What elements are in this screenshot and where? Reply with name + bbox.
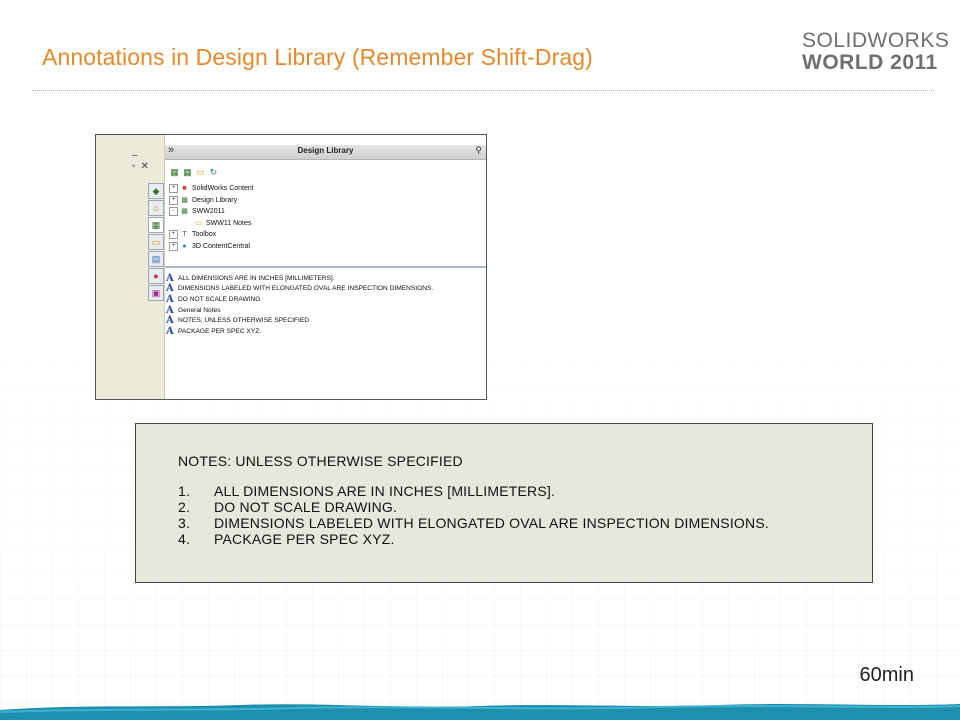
annotation-item[interactable]: A NOTES; UNLESS OTHERWISE SPECIFIED: [166, 315, 433, 326]
annotation-item[interactable]: A DIMENSIONS LABELED WITH ELONGATED OVAL …: [166, 283, 434, 295]
expand-toggle-icon[interactable]: +: [169, 230, 178, 240]
drawing-notes-box: NOTES: UNLESS OTHERWISE SPECIFIED 1. ALL …: [135, 423, 873, 583]
design-library-tab-icon[interactable]: ▦: [148, 217, 164, 233]
restore-icon[interactable]: ▫: [132, 161, 141, 172]
note-number: 2.: [178, 499, 191, 515]
refresh-icon[interactable]: ↻: [208, 167, 219, 178]
tree-item-label: 3D ContentCentral: [192, 242, 250, 250]
task-pane-tabs: –▫✕ ◆ ⌂ ▦ ▭ ▤ ● ▣: [96, 135, 165, 399]
annotation-list: A ALL DIMENSIONS ARE IN INCHES [MILLIMETE…: [166, 273, 433, 337]
tree-item[interactable]: + ■ SolidWorks Content: [169, 183, 254, 195]
home-tab-icon[interactable]: ⌂: [148, 200, 164, 216]
custom-properties-tab-icon[interactable]: ▣: [148, 285, 164, 301]
notes-items: 1. ALL DIMENSIONS ARE IN INCHES [MILLIMET…: [178, 483, 769, 547]
annotation-label: General Notes: [178, 306, 221, 314]
note-item: 2. DO NOT SCALE DRAWING.: [178, 499, 769, 515]
expand-toggle-icon[interactable]: +: [169, 241, 178, 251]
design-library-toolbar: ▦ ▦ ▭ ↻: [169, 162, 221, 177]
design-library-panel: » Design Library ⚲ ▦ ▦ ▭ ↻ + ■ SolidWorks Con…: [165, 135, 486, 399]
design-library-header: » Design Library ⚲: [165, 144, 486, 160]
resources-tab-icon[interactable]: ◆: [148, 183, 164, 199]
folder-icon: ▭: [195, 219, 202, 227]
note-item: 3. DIMENSIONS LABELED WITH ELONGATED OVAL…: [178, 515, 769, 531]
design-library-title: Design Library: [297, 146, 354, 155]
annotation-note-icon: A: [166, 293, 174, 305]
library-icon: ▦: [181, 196, 188, 204]
notes-heading: NOTES: UNLESS OTHERWISE SPECIFIED: [178, 453, 463, 469]
tree-item[interactable]: - ▦ SWW2011: [169, 206, 254, 218]
annotation-item[interactable]: A ALL DIMENSIONS ARE IN INCHES [MILLIMETE…: [166, 273, 433, 284]
pin-icon[interactable]: ⚲: [475, 145, 482, 156]
pane-splitter[interactable]: [165, 266, 486, 268]
back-icon[interactable]: ▦: [169, 167, 180, 178]
task-pane-tab-strip: ◆ ⌂ ▦ ▭ ▤ ● ▣: [148, 183, 164, 302]
annotation-label: ALL DIMENSIONS ARE IN INCHES [MILLIMETER…: [178, 274, 335, 282]
note-number: 3.: [178, 515, 191, 531]
note-text: DO NOT SCALE DRAWING.: [214, 499, 398, 515]
annotation-note-icon: A: [166, 325, 174, 337]
file-explorer-tab-icon[interactable]: ▭: [148, 234, 164, 250]
note-item: 1. ALL DIMENSIONS ARE IN INCHES [MILLIMET…: [178, 483, 769, 499]
brand-line2: WORLD 2011: [802, 51, 938, 74]
tree-item[interactable]: + T Toolbox: [169, 229, 254, 241]
library-icon: ▦: [181, 208, 188, 216]
note-item: 4. PACKAGE PER SPEC XYZ.: [178, 531, 769, 547]
close-icon[interactable]: ✕: [141, 161, 154, 172]
tree-connector: [185, 220, 192, 227]
note-number: 4.: [178, 531, 191, 547]
tree-item-label: SWW2011: [192, 208, 225, 216]
note-text: PACKAGE PER SPEC XYZ.: [214, 531, 395, 547]
expand-toggle-icon[interactable]: +: [169, 184, 178, 194]
design-library-tree: + ■ SolidWorks Content + ▦ Design Library - ▦ SW…: [169, 183, 254, 252]
note-text: ALL DIMENSIONS ARE IN INCHES [MILLIMETER…: [214, 483, 556, 499]
tree-item[interactable]: ▭ SWW11 Notes: [169, 218, 254, 230]
annotation-label: DIMENSIONS LABELED WITH ELONGATED OVAL A…: [178, 285, 434, 293]
solidworks-world-logo: SOLIDWORKS WORLD 2011: [802, 29, 950, 74]
toolbox-icon: T: [182, 231, 187, 239]
annotation-note-icon: A: [166, 272, 174, 284]
pane-window-controls: –▫✕: [132, 150, 164, 172]
annotation-item[interactable]: A General Notes: [166, 305, 433, 316]
tree-item-label: Design Library: [192, 196, 238, 204]
appearances-tab-icon[interactable]: ●: [148, 268, 164, 284]
annotation-item[interactable]: A PACKAGE PER SPEC XYZ.: [166, 326, 433, 337]
tree-item-label: SolidWorks Content: [192, 185, 254, 193]
view-palette-tab-icon[interactable]: ▤: [148, 251, 164, 267]
note-text: DIMENSIONS LABELED WITH ELONGATED OVAL A…: [214, 515, 769, 531]
annotation-label: NOTES; UNLESS OTHERWISE SPECIFIED: [178, 317, 310, 325]
annotation-note-icon: A: [166, 315, 174, 327]
slide-title: Annotations in Design Library (Remember …: [42, 44, 593, 70]
brand-line1: SOLIDWORKS: [802, 29, 950, 52]
annotation-label: DO NOT SCALE DRAWING: [178, 295, 261, 303]
tree-item[interactable]: + ● 3D ContentCentral: [169, 241, 254, 253]
expand-toggle-icon[interactable]: +: [169, 195, 178, 205]
bottom-paint-stroke: [0, 704, 960, 720]
tree-item-label: Toolbox: [192, 231, 217, 239]
annotation-note-icon: A: [166, 304, 174, 316]
globe-icon: ●: [182, 242, 187, 250]
tree-item-label: SWW11 Notes: [206, 219, 252, 227]
note-number: 1.: [178, 483, 191, 499]
expand-toggle-icon[interactable]: -: [169, 207, 178, 217]
time-label: 60min: [859, 664, 914, 686]
minimize-icon[interactable]: –: [132, 150, 143, 161]
tree-item[interactable]: + ▦ Design Library: [169, 195, 254, 207]
annotation-note-icon: A: [166, 283, 174, 295]
forward-icon[interactable]: ▦: [182, 167, 193, 178]
design-library-screenshot: –▫✕ ◆ ⌂ ▦ ▭ ▤ ● ▣ » Design Library ⚲ ▦ ▦ ▭…: [95, 134, 487, 400]
solidworks-content-icon: ■: [182, 185, 187, 193]
title-divider: [32, 90, 934, 91]
annotation-label: PACKAGE PER SPEC XYZ.: [178, 327, 262, 335]
add-folder-icon[interactable]: ▭: [195, 167, 206, 178]
annotation-item[interactable]: A DO NOT SCALE DRAWING: [166, 294, 433, 305]
